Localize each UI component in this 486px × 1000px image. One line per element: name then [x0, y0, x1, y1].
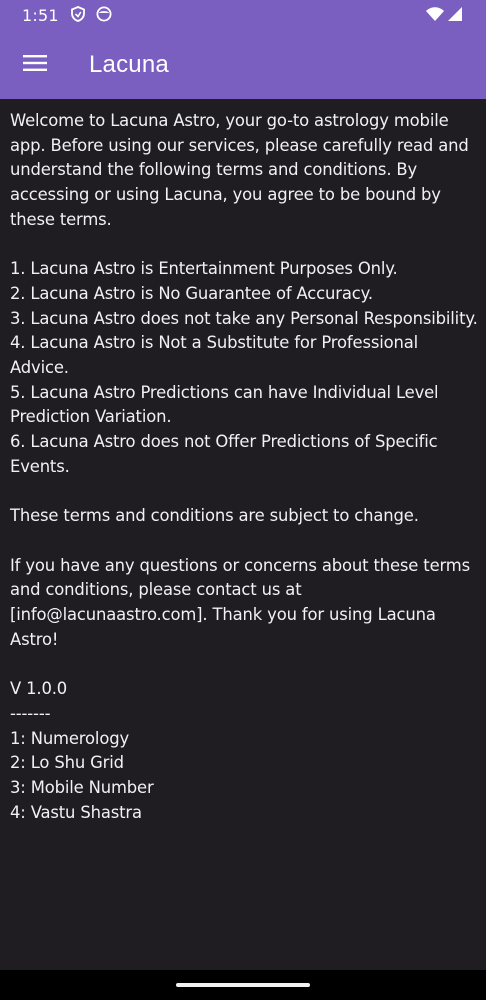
version-text: V 1.0.0 — [10, 679, 68, 699]
feature-item-3: 3: Mobile Number — [10, 777, 154, 797]
term-item-3: 3. Lacuna Astro does not take any Person… — [10, 308, 478, 328]
terms-content: Welcome to Lacuna Astro, your go-to astr… — [10, 109, 480, 825]
status-bar: 1:51 — [0, 0, 486, 31]
change-notice: These terms and conditions are subject t… — [10, 506, 419, 526]
status-time: 1:51 — [22, 6, 59, 25]
feature-item-2: 2: Lo Shu Grid — [10, 753, 124, 773]
term-item-5: 5. Lacuna Astro Predictions can have Ind… — [10, 382, 439, 427]
face-icon — [96, 6, 112, 26]
separator-text: ------- — [10, 703, 51, 723]
term-item-6: 6. Lacuna Astro does not Offer Predictio… — [10, 432, 438, 476]
app-bar: Lacuna — [0, 31, 486, 99]
term-item-4: 4. Lacuna Astro is Not a Substitute for … — [10, 333, 419, 378]
intro-text: Welcome to Lacuna Astro, your go-to astr… — [10, 111, 469, 229]
app-title: Lacuna — [89, 51, 169, 78]
feature-item-1: 1: Numerology — [10, 728, 130, 748]
feature-item-4: 4: Vastu Shastra — [10, 802, 142, 822]
shield-icon — [70, 5, 85, 26]
status-system-icons — [426, 6, 462, 25]
wifi-icon — [426, 6, 444, 25]
contact-text: If you have any questions or concerns ab… — [10, 555, 471, 649]
status-notification-icons — [70, 5, 112, 26]
screen: 1:51 Lacuna Welcome to Lacuna Astro, you… — [0, 0, 486, 1000]
home-gesture-handle[interactable] — [176, 983, 310, 987]
menu-button[interactable] — [0, 31, 70, 99]
term-item-1: 1. Lacuna Astro is Entertainment Purpose… — [10, 259, 398, 279]
menu-icon — [23, 54, 47, 76]
term-item-2: 2. Lacuna Astro is No Guarantee of Accur… — [10, 283, 373, 303]
signal-icon — [448, 6, 462, 25]
